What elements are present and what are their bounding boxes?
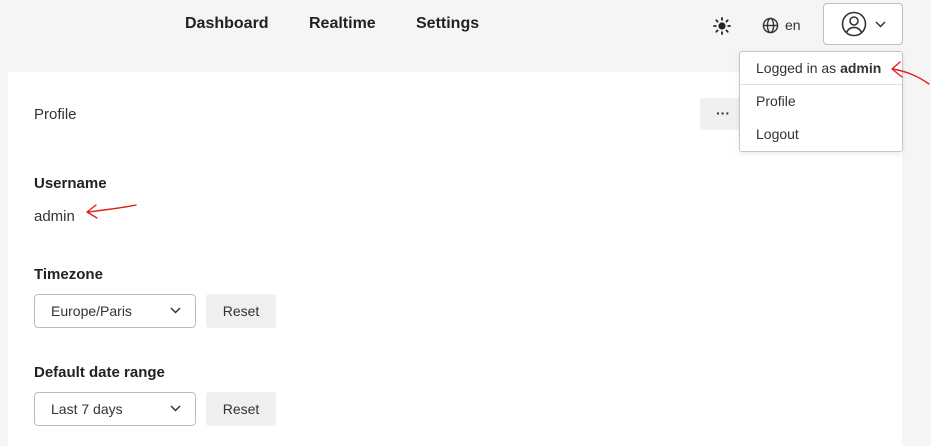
theme-toggle-button[interactable] [708, 12, 736, 40]
nav-dashboard[interactable]: Dashboard [185, 15, 269, 33]
username-label: Username [34, 175, 107, 192]
timezone-select-value: Europe/Paris [51, 303, 132, 319]
globe-icon [762, 17, 779, 33]
language-label: en [785, 17, 801, 33]
nav-settings[interactable]: Settings [416, 15, 479, 33]
date-range-select-value: Last 7 days [51, 401, 123, 417]
menu-item-profile[interactable]: Profile [740, 85, 902, 118]
user-circle-icon [841, 11, 866, 37]
timezone-select[interactable]: Europe/Paris [34, 294, 196, 328]
menu-item-logout[interactable]: Logout [740, 118, 902, 151]
timezone-reset-button[interactable]: Reset [206, 294, 276, 328]
user-dropdown-menu: Logged in as admin Profile Logout [739, 51, 903, 152]
chevron-down-icon [170, 405, 181, 412]
logged-in-header: Logged in as admin [740, 52, 902, 85]
page-title: Profile [34, 106, 77, 123]
user-menu-button[interactable] [823, 3, 903, 45]
timezone-label: Timezone [34, 266, 103, 283]
nav-realtime[interactable]: Realtime [309, 15, 376, 33]
chevron-down-icon [874, 20, 886, 28]
date-range-select[interactable]: Last 7 days [34, 392, 196, 426]
logged-in-prefix: Logged in as [756, 60, 837, 76]
logged-in-username: admin [840, 60, 882, 76]
language-selector[interactable]: en [762, 13, 801, 37]
date-range-label: Default date range [34, 364, 165, 381]
chevron-down-icon [170, 307, 181, 314]
date-range-reset-button[interactable]: Reset [206, 392, 276, 426]
sun-icon [713, 17, 731, 35]
username-value: admin [34, 208, 75, 225]
